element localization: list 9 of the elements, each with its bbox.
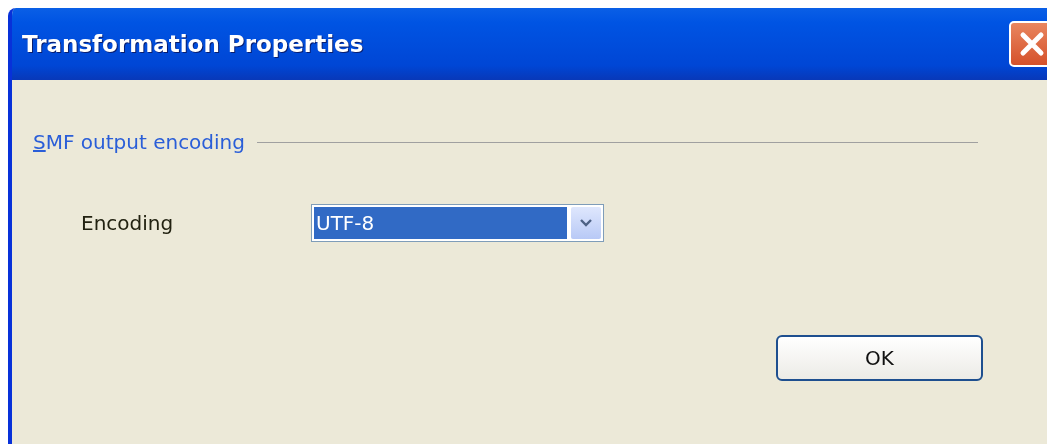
close-button[interactable] xyxy=(1009,21,1047,67)
group-label: SMF output encoding xyxy=(33,130,246,154)
ok-button[interactable]: OK xyxy=(776,335,983,381)
encoding-dropdown[interactable]: UTF-8 xyxy=(311,204,604,242)
dropdown-arrow-button[interactable] xyxy=(571,207,601,239)
chevron-down-icon xyxy=(580,219,592,227)
field-label: Encoding xyxy=(81,211,175,235)
dropdown-value: UTF-8 xyxy=(314,207,567,239)
window-title: Transformation Properties xyxy=(22,31,364,57)
